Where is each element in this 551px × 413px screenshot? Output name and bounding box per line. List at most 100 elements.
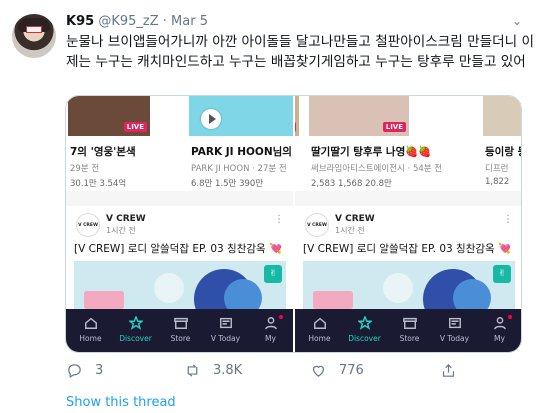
store-icon <box>158 316 203 330</box>
video-meta: 써브라임아티스트에이전시 · 54분 전 <box>311 164 443 174</box>
video-card[interactable]: 등이랑 등 디프런 1,822 <box>483 96 521 191</box>
nav-label: Home <box>79 334 102 343</box>
video-meta: PARK JI HOON · 27분 전 <box>191 164 287 174</box>
v-app-icon: ✌ <box>493 265 511 283</box>
nav-store[interactable]: Store <box>387 309 432 352</box>
channel-name[interactable]: V CREW <box>335 214 375 224</box>
tweet-header: K95 @K95_zZ · Mar 5 <box>66 14 208 29</box>
nav-my[interactable]: My <box>477 309 521 352</box>
video-card[interactable]: LIVE 딸기딸기 탕후루 나영🍓🍓 써브라임아티스트에이전시 · 54분 전 … <box>309 96 442 191</box>
share-button[interactable] <box>440 362 457 379</box>
tweet-text: 눈물나 브이앱들어가니까 아깐 아이돌들 달고나만들고 철판아이스크림 만들더니… <box>66 34 534 70</box>
media-image-1[interactable]: LIVE 7의 '영웅'본색 29분 전 30.1만 3.54억 PARK JI… <box>66 96 293 352</box>
v-app-icon: ✌ <box>264 265 282 283</box>
video-thumbnail[interactable] <box>483 96 521 136</box>
video-title[interactable]: 등이랑 등 <box>485 144 521 159</box>
retweet-button[interactable]: 3.8K <box>184 362 242 379</box>
nav-home[interactable]: Home <box>297 309 342 352</box>
video-meta: 디프런 <box>485 164 509 174</box>
retweet-icon <box>187 364 198 377</box>
channel-logo: V CREW <box>76 213 100 237</box>
play-icon[interactable] <box>201 109 221 129</box>
app-bottom-nav: Home Discover Store V Today My <box>295 309 521 352</box>
nav-label: Discover <box>348 334 381 343</box>
video-thumbnail[interactable] <box>189 96 293 136</box>
discover-star-icon <box>113 316 158 330</box>
video-card[interactable]: PARK JI HOON님의 라이 PARK JI HOON · 27분 전 6… <box>189 96 293 191</box>
like-button[interactable]: 776 <box>310 362 364 379</box>
live-badge: LIVE <box>123 122 147 132</box>
video-stats: 30.1만 3.54억 <box>70 179 127 189</box>
post-title-text: [V CREW] 로디 알쓸덕잡 EP. 03 칭찬감옥 <box>74 243 266 255</box>
more-icon[interactable]: ⋮ <box>503 214 513 225</box>
video-title[interactable]: PARK JI HOON님의 라이 <box>191 144 293 159</box>
channel-post[interactable]: V CREW V CREW 1시간 전 ⋮ [V CREW] 로디 알쓸덕잡 E… <box>295 206 521 309</box>
post-time: 1시간 전 <box>106 226 136 235</box>
nav-home[interactable]: Home <box>68 309 113 352</box>
vtoday-icon <box>203 316 248 330</box>
video-card[interactable]: LIVE 7의 '영웅'본색 29분 전 30.1만 3.54억 <box>68 96 150 191</box>
discover-star-icon <box>342 316 387 330</box>
tweet-media[interactable]: LIVE 7의 '영웅'본색 29분 전 30.1만 3.54억 PARK JI… <box>65 95 522 353</box>
video-thumbnail[interactable]: LIVE <box>295 96 299 136</box>
author-name[interactable]: K95 <box>66 14 94 29</box>
vtoday-icon <box>432 316 477 330</box>
video-thumbnail[interactable]: LIVE <box>309 96 409 136</box>
store-icon <box>387 316 432 330</box>
post-title[interactable]: [V CREW] 로디 알쓸덕잡 EP. 03 칭찬감옥 💘 <box>74 241 282 256</box>
chevron-down-icon[interactable]: ⌄ <box>512 14 522 28</box>
post-title[interactable]: [V CREW] 로디 알쓸덕잡 EP. 03 칭찬감옥 💘 <box>303 241 511 256</box>
reply-button[interactable]: 3 <box>66 362 103 379</box>
tweet-actions: 3 3.8K 776 <box>66 362 536 382</box>
avatar[interactable] <box>12 14 56 58</box>
video-strip: LIVE LIVE 딸기딸기 탕후루 나영🍓🍓 써브라임아티스트에이전시 · 5… <box>295 96 521 191</box>
video-thumbnail[interactable]: LIVE <box>68 96 150 136</box>
home-icon <box>297 316 342 330</box>
video-strip: LIVE 7의 '영웅'본색 29분 전 30.1만 3.54억 PARK JI… <box>66 96 293 191</box>
video-stats: 1,822 <box>485 177 510 187</box>
nav-v-today[interactable]: V Today <box>432 309 477 352</box>
nav-v-today[interactable]: V Today <box>203 309 248 352</box>
post-image[interactable]: ✌ <box>74 261 286 309</box>
retweet-count: 3.8K <box>213 363 243 378</box>
nav-label: V Today <box>210 334 241 343</box>
video-title[interactable]: 7의 '영웅'본색 <box>70 144 136 159</box>
post-image[interactable]: ✌ <box>303 261 515 309</box>
more-icon[interactable]: ⋮ <box>274 214 284 225</box>
video-stats: 2,583 1,568 20.8만 <box>311 179 392 189</box>
tweet-date[interactable]: Mar 5 <box>171 14 208 29</box>
nav-label: Store <box>399 334 420 343</box>
notification-dot <box>279 315 283 319</box>
nav-label: V Today <box>439 334 470 343</box>
separator-dot: · <box>162 14 167 29</box>
nav-discover[interactable]: Discover <box>113 309 158 352</box>
video-title[interactable]: 딸기딸기 탕후루 나영🍓🍓 <box>311 144 431 159</box>
heart-emoji: 💘 <box>269 243 283 255</box>
video-stats: 6.8만 1.5만 390만 <box>191 179 264 189</box>
channel-name[interactable]: V CREW <box>106 214 146 224</box>
share-icon <box>442 363 455 377</box>
nav-store[interactable]: Store <box>158 309 203 352</box>
post-time: 1시간 전 <box>335 226 365 235</box>
video-card[interactable]: LIVE <box>295 96 307 191</box>
nav-label: Discover <box>119 334 152 343</box>
nav-label: Store <box>170 334 191 343</box>
live-badge: LIVE <box>382 122 406 132</box>
reply-count: 3 <box>95 363 104 378</box>
profile-icon <box>477 316 521 330</box>
author-handle[interactable]: @K95_zZ <box>98 14 158 29</box>
media-image-2[interactable]: LIVE LIVE 딸기딸기 탕후루 나영🍓🍓 써브라임아티스트에이전시 · 5… <box>295 96 521 352</box>
nav-discover[interactable]: Discover <box>342 309 387 352</box>
notification-dot <box>508 315 512 319</box>
home-icon <box>68 316 113 330</box>
channel-post[interactable]: V CREW V CREW 1시간 전 ⋮ [V CREW] 로디 알쓸덕잡 E… <box>66 206 293 309</box>
nav-label: Home <box>308 334 331 343</box>
video-meta: 29분 전 <box>70 164 100 174</box>
nav-my[interactable]: My <box>248 309 293 352</box>
nav-label: My <box>265 334 276 343</box>
show-thread-link[interactable]: Show this thread <box>66 395 176 410</box>
channel-logo: V CREW <box>305 213 329 237</box>
nav-label: My <box>494 334 505 343</box>
live-badge: LIVE <box>295 122 296 132</box>
post-title-text: [V CREW] 로디 알쓸덕잡 EP. 03 칭찬감옥 <box>303 243 495 255</box>
